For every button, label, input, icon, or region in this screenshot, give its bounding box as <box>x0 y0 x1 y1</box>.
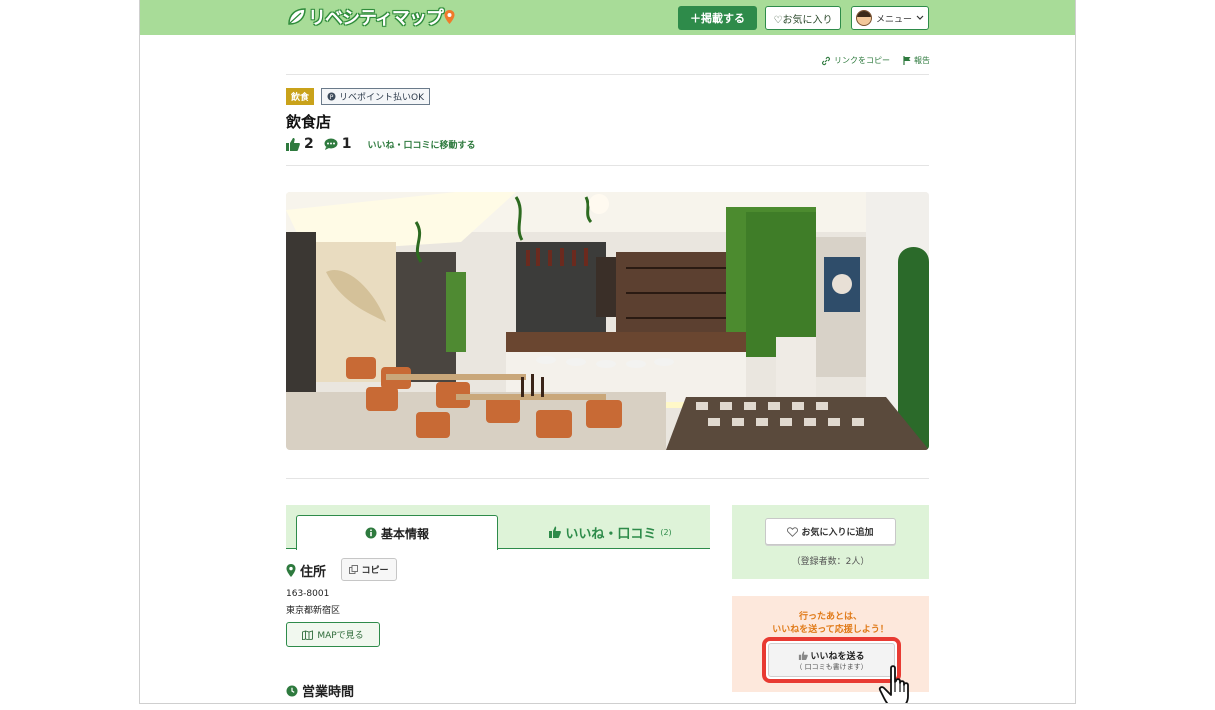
restaurant-photo <box>286 192 929 450</box>
point-coin-icon: P <box>327 92 336 101</box>
map-icon <box>302 629 314 640</box>
listing-stats: 2 1 いいね・口コミに移動する <box>286 136 476 152</box>
thumbs-up-icon <box>286 137 300 151</box>
send-like-button[interactable]: いいねを送る （ 口コミも書けます） <box>768 643 895 677</box>
payment-tag-label: リベポイント払いOK <box>339 93 424 103</box>
like-prompt: 行ったあとは、 いいねを送って応援しよう！ <box>732 611 929 637</box>
send-like-label: いいねを送る <box>810 651 865 662</box>
flag-icon <box>903 56 911 65</box>
address-text: 東京都新宿区 <box>286 606 341 616</box>
like-count: 2 <box>304 136 314 152</box>
category-tag: 飲食 <box>286 88 315 105</box>
address-heading-label: 住所 <box>300 565 327 580</box>
copy-link[interactable]: リンクをコピー <box>821 55 890 66</box>
tab-active-cover <box>297 547 497 550</box>
map-pin-icon <box>286 564 296 577</box>
view-map-button[interactable]: MAPで見る <box>286 622 380 647</box>
hand-cursor-icon <box>878 665 909 703</box>
heart-icon <box>787 526 799 537</box>
jump-to-reviews-link[interactable]: いいね・口コミに移動する <box>368 138 476 151</box>
hours-heading: 営業時間 <box>286 681 354 700</box>
send-like-row: いいねを送る <box>798 649 865 662</box>
divider <box>286 74 929 75</box>
tab-reviews-count: (2) <box>660 527 672 537</box>
top-header: リベシティマップ ＋掲載する ♡お気に入り メニュー <box>140 0 1075 35</box>
menu-label: メニュー <box>875 14 912 25</box>
thumbs-up-icon <box>549 526 562 538</box>
svg-text:P: P <box>330 94 334 101</box>
address-heading: 住所 <box>286 561 326 580</box>
payment-tag: P リベポイント払いOK <box>321 88 430 105</box>
report-link[interactable]: 報告 <box>903 55 930 66</box>
view-map-label: MAPで見る <box>317 631 364 641</box>
page-frame: リベシティマップ ＋掲載する ♡お気に入り メニュー リンクをコピー 報告 飲食… <box>139 0 1076 704</box>
add-favorite-label: お気に入りに追加 <box>801 528 874 538</box>
like-prompt-line1: 行ったあとは、 <box>798 612 862 622</box>
copy-icon <box>349 565 359 574</box>
clock-icon <box>286 685 298 696</box>
comment-count: 1 <box>341 136 352 152</box>
menu-button[interactable]: メニュー <box>851 6 929 30</box>
tab-reviews-label: いいね・口コミ <box>565 526 657 542</box>
leaf-logo-icon <box>288 8 306 25</box>
tab-basic-info[interactable]: 基本情報 <box>296 515 498 550</box>
post-listing-button[interactable]: ＋掲載する <box>678 6 757 30</box>
restaurant-interior-image <box>286 192 929 450</box>
add-favorite-button[interactable]: お気に入りに追加 <box>765 518 896 545</box>
like-prompt-line2: いいねを送って応援しよう！ <box>772 625 889 635</box>
avatar <box>855 10 872 26</box>
comment-icon <box>324 138 338 150</box>
divider <box>286 165 929 166</box>
copy-address-button[interactable]: コピー <box>341 558 397 581</box>
link-icon <box>822 56 830 65</box>
scrollbar-track[interactable] <box>1075 184 1076 546</box>
site-logo[interactable]: リベシティマップ <box>286 5 455 29</box>
hours-heading-label: 営業時間 <box>302 685 355 700</box>
send-like-sub: （ 口コミも書けます） <box>795 662 868 671</box>
map-pin-icon <box>444 10 455 24</box>
favorites-button[interactable]: ♡お気に入り <box>765 6 841 30</box>
favorite-count: （登録者数：2人） <box>791 557 870 567</box>
thumbs-up-icon <box>799 650 809 660</box>
info-icon <box>365 527 377 539</box>
chevron-down-icon <box>916 15 924 20</box>
page-title: 飲食店 <box>286 113 332 131</box>
postal-code: 163-8001 <box>286 589 330 599</box>
tab-basic-info-label: 基本情報 <box>380 526 429 541</box>
tab-reviews[interactable]: いいね・口コミ (2) <box>510 517 710 547</box>
divider <box>286 478 929 479</box>
logo-text: リベシティマップ <box>308 8 444 29</box>
copy-link-label: リンクをコピー <box>834 56 890 65</box>
copy-address-label: コピー <box>361 566 389 576</box>
report-label: 報告 <box>914 56 930 65</box>
